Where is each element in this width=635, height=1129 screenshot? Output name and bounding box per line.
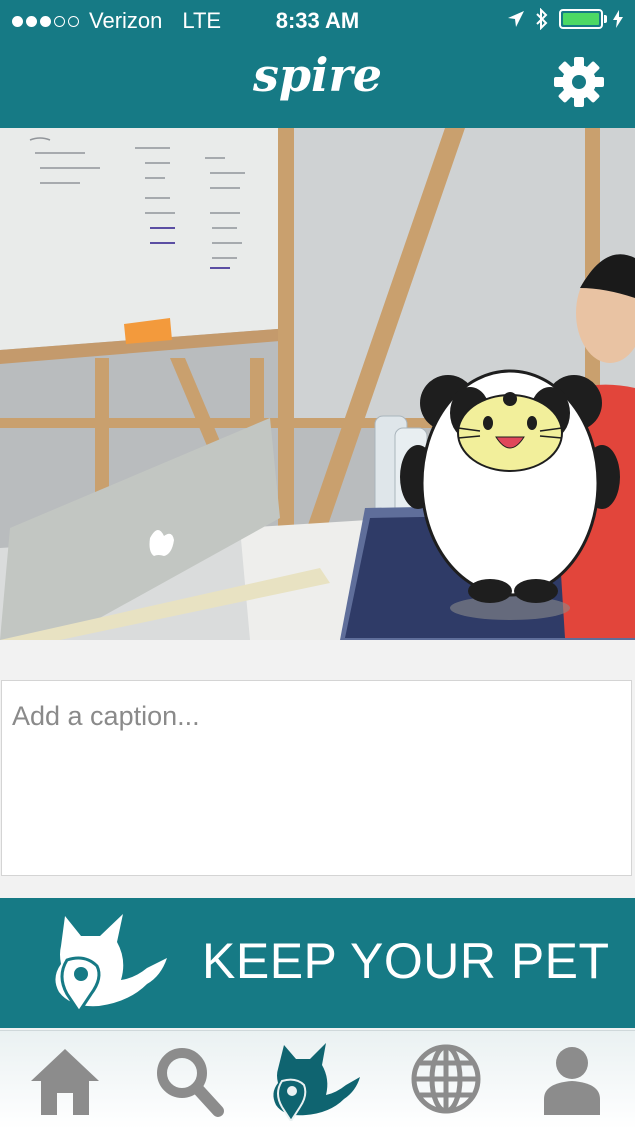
search-icon[interactable] [148, 1041, 228, 1121]
tab-bar [0, 1030, 635, 1129]
battery-icon [559, 9, 607, 29]
cat-pin-tab-icon[interactable] [270, 1041, 366, 1121]
photo-preview [0, 128, 635, 640]
keep-your-pet-button[interactable]: KEEP YOUR PET [0, 898, 635, 1028]
caption-placeholder: Add a caption... [12, 701, 200, 731]
caption-input[interactable]: Add a caption... [1, 680, 632, 876]
status-right [507, 8, 623, 30]
location-arrow-icon [508, 11, 524, 27]
status-bar: Verizon LTE 8:33 AM [0, 0, 635, 40]
bluetooth-icon [536, 8, 548, 30]
globe-icon[interactable] [406, 1041, 486, 1121]
keep-your-pet-label: KEEP YOUR PET [202, 933, 610, 989]
cat-pin-icon [55, 914, 167, 1015]
nav-bar: spire [0, 40, 635, 128]
app-logo: spire [252, 48, 383, 102]
home-icon[interactable] [25, 1041, 105, 1121]
gear-icon[interactable] [553, 56, 605, 108]
charging-bolt-icon [613, 10, 623, 28]
profile-icon[interactable] [532, 1041, 612, 1121]
photo-scene [0, 128, 635, 640]
